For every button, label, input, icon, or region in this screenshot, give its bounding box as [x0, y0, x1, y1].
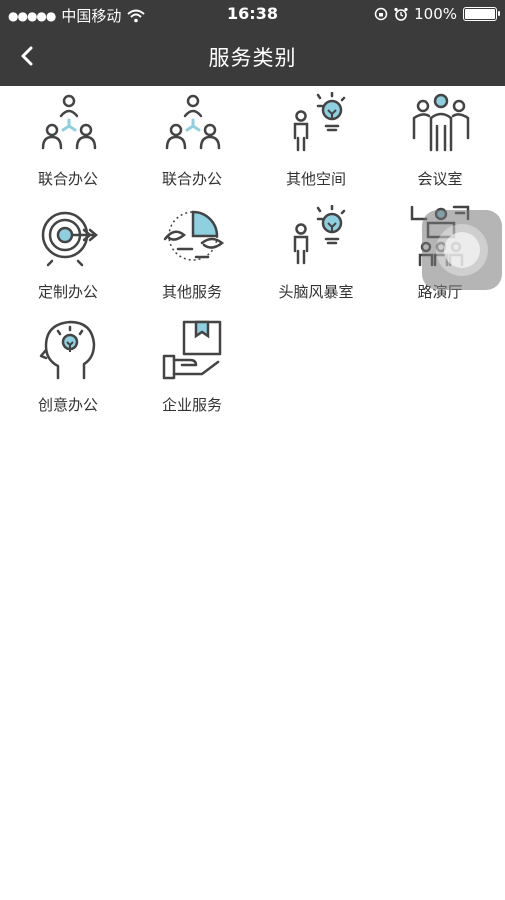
- group-people-icon: [412, 93, 470, 152]
- head-idea-icon: [39, 320, 96, 380]
- status-right: 100%: [374, 5, 500, 23]
- hand-package-icon: [162, 320, 222, 380]
- team-network-icon: [41, 94, 97, 150]
- category-item-other-space[interactable]: 其他空间: [253, 86, 379, 199]
- assistive-touch-ring: [436, 224, 488, 276]
- category-item-enterprise-services[interactable]: 企业服务: [129, 312, 255, 425]
- target-arrow-icon: [41, 211, 98, 267]
- assistive-touch-core: [444, 232, 480, 268]
- nav-bar: 服务类别: [0, 28, 505, 86]
- category-label: 会议室: [417, 170, 463, 188]
- category-label: 企业服务: [161, 396, 222, 414]
- category-label: 创意办公: [37, 396, 98, 414]
- rotation-lock-icon: [374, 7, 388, 21]
- category-label: 头脑风暴室: [278, 283, 354, 301]
- category-item-co-working[interactable]: 联合办公: [5, 86, 131, 199]
- battery-icon: [463, 7, 500, 21]
- category-label: 其他服务: [161, 283, 222, 301]
- assistive-touch-button[interactable]: [422, 210, 502, 290]
- status-bar: ●●●●● 中国移动 16:38 100%: [0, 0, 505, 28]
- category-label: 其他空间: [285, 170, 346, 188]
- category-item-brainstorm-room[interactable]: 头脑风暴室: [253, 199, 379, 312]
- service-cycle-icon: [163, 210, 224, 261]
- category-item-custom-office[interactable]: 定制办公: [5, 199, 131, 312]
- battery-percent: 100%: [414, 5, 457, 23]
- category-item-creative-office[interactable]: 创意办公: [5, 312, 131, 425]
- person-lightbulb-icon: [293, 92, 346, 152]
- person-lightbulb-icon: [293, 205, 346, 265]
- category-item-other-services[interactable]: 其他服务: [129, 199, 255, 312]
- category-label: 定制办公: [37, 283, 98, 301]
- page-title: 服务类别: [208, 46, 297, 70]
- category-label: 联合办公: [37, 170, 98, 188]
- category-label: 联合办公: [161, 170, 222, 188]
- team-network-icon: [165, 94, 221, 150]
- category-item-co-working-2[interactable]: 联合办公: [129, 86, 255, 199]
- category-item-meeting-room[interactable]: 会议室: [377, 86, 503, 199]
- alarm-icon: [394, 7, 408, 21]
